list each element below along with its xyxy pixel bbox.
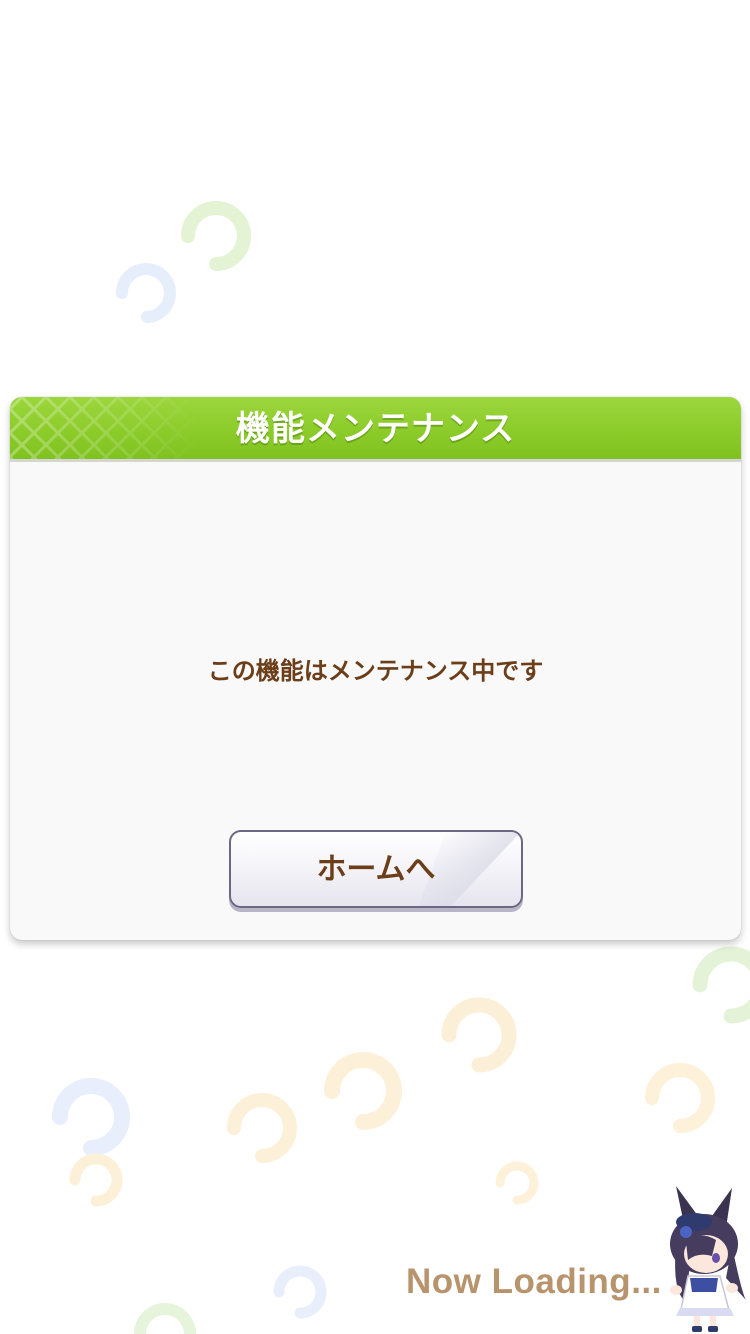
horseshoe-icon [181,201,251,271]
horseshoe-icon [227,1093,297,1163]
horseshoe-icon [52,1078,130,1156]
horseshoe-icon [441,997,517,1073]
mascot-character [670,1186,746,1332]
home-button-label: ホームへ [316,852,436,887]
home-button[interactable]: ホームへ [229,830,523,908]
horseshoe-icon [116,263,176,323]
horseshoe-icon [134,1303,196,1334]
horseshoe-icon [324,1052,402,1130]
horseshoe-icon [692,946,750,1024]
horseshoe-icon [495,1161,539,1205]
horseshoe-icon [273,1265,327,1319]
dialog-header: 機能メンテナンス [10,397,741,462]
dialog-message: この機能はメンテナンス中です [207,657,544,685]
maintenance-dialog: 機能メンテナンス この機能はメンテナンス中です ホームへ [10,397,741,940]
dialog-title: 機能メンテナンス [235,409,516,449]
horseshoe-icon [69,1153,123,1207]
loading-text: Now Loading... [406,1262,662,1301]
horseshoe-icon [645,1063,715,1133]
